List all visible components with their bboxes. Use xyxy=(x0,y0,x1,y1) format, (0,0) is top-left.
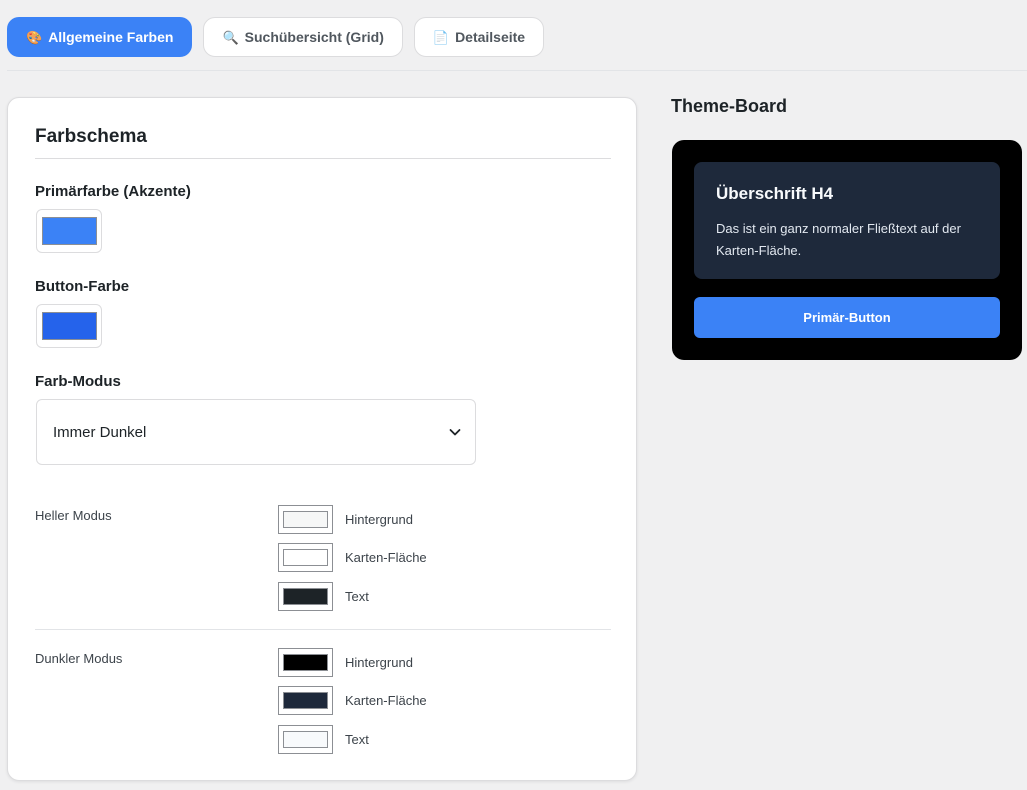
tab-suchuebersicht[interactable]: 🔍 Suchübersicht (Grid) xyxy=(203,17,403,57)
dark-card-picker[interactable] xyxy=(278,686,333,715)
dark-text-row: Text xyxy=(278,725,369,754)
tab-label: Suchübersicht (Grid) xyxy=(244,29,384,45)
tab-bar: 🎨 Allgemeine Farben 🔍 Suchübersicht (Gri… xyxy=(7,17,545,57)
light-card-picker[interactable] xyxy=(278,543,333,572)
dark-background-row: Hintergrund xyxy=(278,648,413,677)
button-color-label: Button-Farbe xyxy=(35,278,130,295)
color-mode-label: Farb-Modus xyxy=(35,373,121,390)
color-name: Text xyxy=(345,589,369,604)
tab-label: Detailseite xyxy=(455,29,526,45)
panel-title: Farbschema xyxy=(35,126,147,147)
tab-detailseite[interactable]: 📄 Detailseite xyxy=(413,17,545,57)
preview-card-title: Überschrift H4 xyxy=(716,184,834,203)
light-background-picker[interactable] xyxy=(278,505,333,534)
chevron-down-icon xyxy=(449,429,461,436)
light-card-row: Karten-Fläche xyxy=(278,543,427,572)
dark-background-picker[interactable] xyxy=(278,648,333,677)
tab-allgemeine-farben[interactable]: 🎨 Allgemeine Farben xyxy=(7,17,193,57)
primary-color-swatch xyxy=(41,217,97,245)
color-mode-value: Immer Dunkel xyxy=(53,423,147,441)
color-name: Hintergrund xyxy=(345,655,413,670)
button-color-picker[interactable] xyxy=(36,304,102,348)
search-icon: 🔍 xyxy=(222,29,239,45)
tabs-divider xyxy=(7,70,1027,71)
color-swatch xyxy=(283,654,328,671)
color-swatch xyxy=(283,549,328,566)
dark-mode-label: Dunkler Modus xyxy=(35,651,123,666)
color-mode-select[interactable]: Immer Dunkel xyxy=(36,399,476,465)
color-swatch xyxy=(283,731,328,748)
divider xyxy=(35,158,611,159)
color-name: Hintergrund xyxy=(345,512,413,527)
divider xyxy=(35,629,611,630)
primary-color-picker[interactable] xyxy=(36,209,102,253)
color-swatch xyxy=(283,588,328,605)
document-icon: 📄 xyxy=(432,29,450,45)
theme-board-preview: Überschrift H4 Das ist ein ganz normaler… xyxy=(672,140,1022,360)
palette-icon: 🎨 xyxy=(26,29,43,45)
color-swatch xyxy=(283,511,328,528)
color-name: Text xyxy=(345,732,369,747)
light-text-row: Text xyxy=(278,582,369,611)
light-text-picker[interactable] xyxy=(278,582,333,611)
dark-text-picker[interactable] xyxy=(278,725,333,754)
light-mode-label: Heller Modus xyxy=(35,508,112,523)
color-name: Karten-Fläche xyxy=(345,550,427,565)
tab-label: Allgemeine Farben xyxy=(48,29,174,45)
button-color-swatch xyxy=(41,312,97,340)
preview-card-text: Das ist ein ganz normaler Fließtext auf … xyxy=(716,221,961,258)
color-scheme-panel: Farbschema Primärfarbe (Akzente) Button-… xyxy=(7,97,637,781)
dark-card-row: Karten-Fläche xyxy=(278,686,427,715)
theme-board-title: Theme-Board xyxy=(671,96,788,116)
color-name: Karten-Fläche xyxy=(345,693,427,708)
color-swatch xyxy=(283,692,328,709)
preview-card: Überschrift H4 Das ist ein ganz normaler… xyxy=(694,162,1000,279)
preview-primary-button[interactable]: Primär-Button xyxy=(694,297,1000,338)
primary-color-label: Primärfarbe (Akzente) xyxy=(35,183,191,200)
light-background-row: Hintergrund xyxy=(278,505,413,534)
